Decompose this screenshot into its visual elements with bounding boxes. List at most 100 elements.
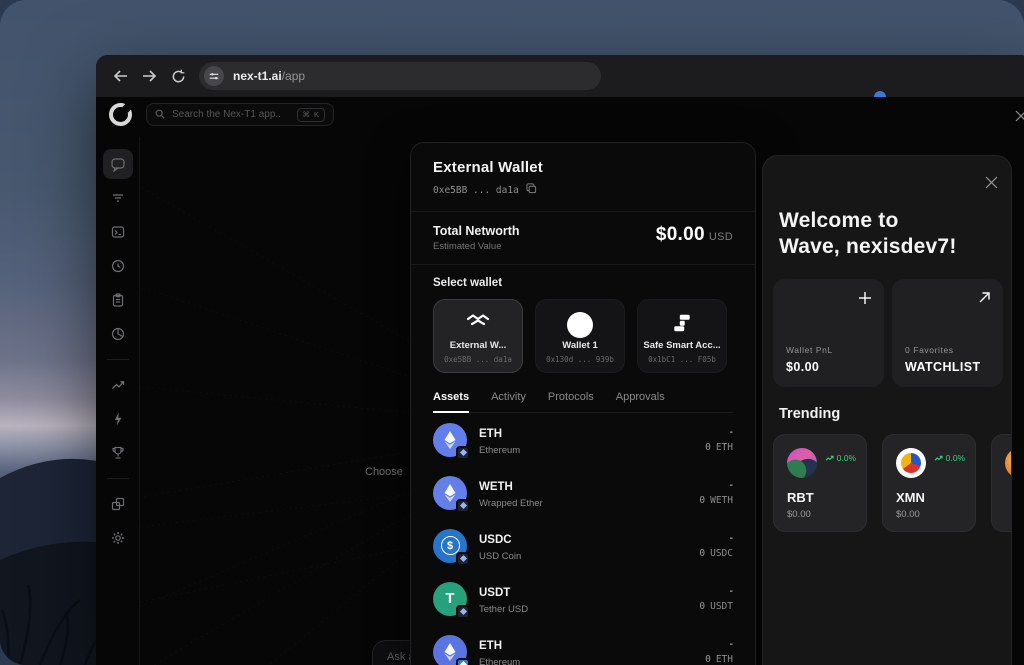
sidebar-item-notes[interactable] bbox=[103, 285, 133, 315]
close-icon[interactable] bbox=[1015, 109, 1024, 123]
watchlist-count: 0 Favorites bbox=[905, 345, 954, 355]
trending-card-rbt[interactable]: 0.0% RBT $0.00 bbox=[773, 434, 867, 532]
sidebar-item-filter[interactable] bbox=[103, 183, 133, 213]
url-path: /app bbox=[282, 69, 305, 83]
usdt-glyph: T bbox=[445, 590, 454, 607]
asset-symbol: USDC bbox=[479, 534, 512, 546]
watchlist-card[interactable]: 0 Favorites WATCHLIST bbox=[892, 279, 1003, 387]
asset-unit: USDT bbox=[710, 601, 733, 612]
trophy-icon bbox=[110, 445, 126, 461]
wallet-card-address: 0x130d ... 939b bbox=[546, 355, 614, 364]
asset-name: Ethereum bbox=[479, 445, 705, 456]
sidebar-divider bbox=[107, 478, 129, 479]
sidebar-item-settings[interactable] bbox=[103, 523, 133, 553]
sidebar-item-terminal[interactable] bbox=[103, 217, 133, 247]
network-badge-icon bbox=[456, 658, 470, 665]
asset-unit: ETH bbox=[716, 442, 733, 453]
address-bar[interactable]: nex-t1.ai/app bbox=[199, 62, 601, 90]
asset-symbol: ETH bbox=[479, 640, 502, 652]
clipboard-icon bbox=[110, 292, 126, 308]
networth-sublabel: Estimated Value bbox=[433, 241, 656, 252]
tab-activity[interactable]: Activity bbox=[491, 391, 526, 403]
asset-name: Tether USD bbox=[479, 604, 699, 615]
reload-icon[interactable] bbox=[170, 68, 186, 84]
copy-icon[interactable] bbox=[526, 181, 537, 199]
tab-protocols[interactable]: Protocols bbox=[548, 391, 594, 403]
sidebar-item-actions[interactable] bbox=[103, 404, 133, 434]
asset-row[interactable]: T USDTTether USD -0USDT bbox=[433, 572, 733, 625]
walletconnect-icon bbox=[434, 312, 522, 328]
asset-amount: 0 bbox=[699, 548, 705, 559]
asset-amount: 0 bbox=[699, 601, 705, 612]
asset-name: Ethereum bbox=[479, 657, 705, 665]
gear-icon bbox=[110, 530, 126, 546]
networth-label: Total Networth bbox=[433, 224, 656, 238]
search-placeholder: Search the Nex-T1 app.. bbox=[172, 109, 290, 120]
plus-icon[interactable] bbox=[858, 291, 872, 310]
search-shortcut-badge: ⌘ K bbox=[297, 108, 325, 122]
wallet-card-name: Wallet 1 bbox=[562, 340, 598, 351]
networth-value: $0.00USD bbox=[656, 224, 733, 246]
app-search-bar[interactable]: Search the Nex-T1 app.. ⌘ K bbox=[146, 103, 334, 126]
tab-assets[interactable]: Assets bbox=[433, 391, 469, 403]
wallet-card-address: 0xe5BB ... da1a bbox=[444, 355, 512, 364]
trending-card-partial[interactable] bbox=[991, 434, 1012, 532]
filter-icon bbox=[110, 190, 126, 206]
sidebar-item-rewards[interactable] bbox=[103, 438, 133, 468]
trend-up-icon bbox=[110, 377, 126, 393]
sidebar-item-history[interactable] bbox=[103, 251, 133, 281]
wallet-card-safe[interactable]: Safe Smart Acc... 0x1bC1 ... F05b bbox=[637, 299, 727, 373]
network-badge-icon bbox=[456, 552, 470, 566]
tab-approvals[interactable]: Approvals bbox=[616, 391, 665, 403]
search-icon bbox=[155, 106, 165, 124]
asset-unit: ETH bbox=[716, 654, 733, 665]
trending-card-xmn[interactable]: 0.0% XMN $0.00 bbox=[882, 434, 976, 532]
sidebar-item-apps[interactable] bbox=[103, 489, 133, 519]
welcome-panel: Welcome to Wave, nexisdev7! Wallet PnL $… bbox=[762, 155, 1012, 665]
url-text: nex-t1.ai/app bbox=[233, 67, 305, 85]
forward-icon[interactable] bbox=[141, 68, 157, 84]
close-icon[interactable] bbox=[985, 176, 999, 190]
asset-row[interactable]: ETHEthereum -0ETH bbox=[433, 413, 733, 466]
sidebar-item-markets[interactable] bbox=[103, 370, 133, 400]
rbt-token-avatar bbox=[787, 448, 817, 478]
sidebar-item-chat[interactable] bbox=[103, 149, 133, 179]
asset-value: - bbox=[705, 639, 733, 650]
pie-chart-icon bbox=[110, 326, 126, 342]
trending-symbol: XMN bbox=[896, 490, 925, 505]
usdt-coin-icon: T bbox=[433, 582, 467, 616]
asset-unit: WETH bbox=[710, 495, 733, 506]
pnl-value: $0.00 bbox=[786, 360, 819, 374]
chat-icon bbox=[110, 156, 126, 172]
site-settings-icon[interactable] bbox=[204, 66, 224, 86]
wallet-card-external[interactable]: External W... 0xe5BB ... da1a bbox=[433, 299, 523, 373]
wallet-card-wallet1[interactable]: Wallet 1 0x130d ... 939b bbox=[535, 299, 625, 373]
asset-value: - bbox=[699, 480, 733, 491]
trending-title: Trending bbox=[779, 406, 840, 422]
notification-dot bbox=[874, 91, 886, 97]
trending-cards: 0.0% RBT $0.00 0.0% XMN $0.00 bbox=[773, 434, 1012, 532]
asset-row[interactable]: ETHEthereum -0ETH bbox=[433, 625, 733, 665]
wallet-panel-title: External Wallet bbox=[433, 159, 733, 176]
divider bbox=[411, 264, 755, 265]
wallet-card-address: 0x1bC1 ... F05b bbox=[648, 355, 716, 364]
asset-row[interactable]: WETHWrapped Ether -0WETH bbox=[433, 466, 733, 519]
wallet-panel: External Wallet 0xe5BB ... da1a Total Ne… bbox=[410, 142, 756, 665]
screen: nex-t1.ai/app Search th bbox=[0, 0, 1024, 665]
arrow-up-right-icon[interactable] bbox=[978, 291, 991, 309]
weth-coin-icon bbox=[433, 476, 467, 510]
sidebar-item-portfolio[interactable] bbox=[103, 319, 133, 349]
sidebar-divider bbox=[107, 359, 129, 360]
asset-symbol: USDT bbox=[479, 587, 510, 599]
pnl-label: Wallet PnL bbox=[786, 345, 833, 355]
wallet-pnl-card[interactable]: Wallet PnL $0.00 bbox=[773, 279, 884, 387]
app-canvas: Search the Nex-T1 app.. ⌘ K bbox=[96, 97, 1024, 665]
token-avatar bbox=[1005, 448, 1012, 478]
asset-row[interactable]: $ USDCUSD Coin -0USDC bbox=[433, 519, 733, 572]
asset-amount: 0 bbox=[705, 442, 711, 453]
history-icon bbox=[110, 258, 126, 274]
eth-coin-icon bbox=[433, 635, 467, 665]
back-icon[interactable] bbox=[112, 68, 128, 84]
browser-toolbar: nex-t1.ai/app bbox=[96, 55, 1024, 97]
trending-price: $0.00 bbox=[787, 509, 811, 520]
